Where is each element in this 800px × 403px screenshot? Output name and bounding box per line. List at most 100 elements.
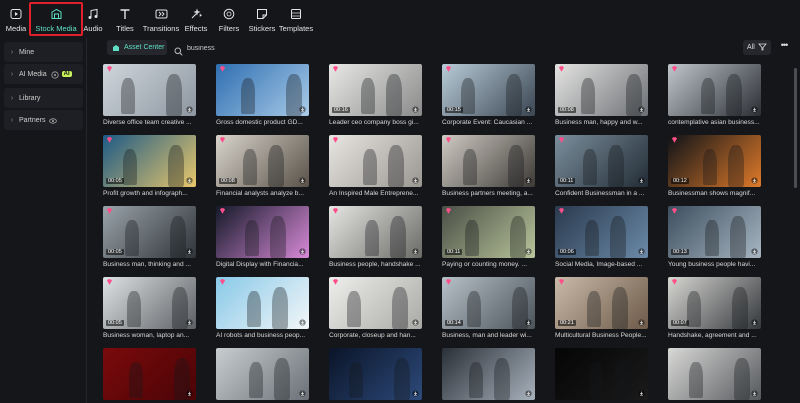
- video-thumbnail[interactable]: 00:15: [442, 64, 535, 116]
- download-icon[interactable]: [751, 319, 758, 326]
- video-thumbnail[interactable]: 00:11: [442, 206, 535, 258]
- stock-media-card[interactable]: 00:08 Financial analysts analyze b...: [208, 129, 309, 199]
- asset-center-button[interactable]: Asset Center: [107, 40, 167, 55]
- video-thumbnail[interactable]: [103, 348, 196, 400]
- tab-filters[interactable]: Filters: [218, 4, 240, 36]
- filter-all-button[interactable]: All: [743, 40, 771, 55]
- stock-media-card[interactable]: [547, 342, 648, 403]
- stock-media-card[interactable]: [434, 342, 535, 403]
- video-thumbnail[interactable]: [329, 135, 422, 187]
- stock-media-card[interactable]: 00:15 Corporate Event: Caucasian ...: [434, 58, 535, 128]
- tab-media[interactable]: Media: [4, 4, 28, 36]
- stock-media-card[interactable]: 00:07 Handshake, agreement and ...: [660, 271, 761, 341]
- tab-templates[interactable]: Templates: [279, 4, 313, 36]
- download-icon[interactable]: [412, 106, 419, 113]
- stock-media-card[interactable]: 00:11 Paying or counting money. ...: [434, 200, 535, 270]
- stock-media-card[interactable]: AI robots and business peop...: [208, 271, 309, 341]
- video-thumbnail[interactable]: [668, 64, 761, 116]
- video-thumbnail[interactable]: [216, 277, 309, 329]
- video-thumbnail[interactable]: [555, 348, 648, 400]
- stock-media-card[interactable]: contemplative asian business...: [660, 58, 761, 128]
- sidebar-item-ai-media[interactable]: › AI Media AI: [4, 64, 83, 84]
- stock-media-card[interactable]: 00:13 Young business people havi...: [660, 200, 761, 270]
- tab-stickers[interactable]: Stickers: [249, 4, 275, 36]
- stock-media-card[interactable]: Corporate, closeup and han...: [321, 271, 422, 341]
- download-icon[interactable]: [525, 390, 532, 397]
- video-thumbnail[interactable]: 00:06: [555, 206, 648, 258]
- download-icon[interactable]: [186, 248, 193, 255]
- video-thumbnail[interactable]: 00:14: [442, 277, 535, 329]
- video-thumbnail[interactable]: [216, 64, 309, 116]
- download-icon[interactable]: [186, 106, 193, 113]
- stock-media-card[interactable]: 00:06 Social Media, Image-based ...: [547, 200, 648, 270]
- download-icon[interactable]: [525, 248, 532, 255]
- video-thumbnail[interactable]: 00:11: [555, 135, 648, 187]
- stock-media-card[interactable]: 00:05 Business woman, laptop an...: [95, 271, 196, 341]
- download-icon[interactable]: [525, 106, 532, 113]
- tab-titles[interactable]: Titles: [114, 4, 136, 36]
- download-icon[interactable]: [751, 248, 758, 255]
- tab-audio[interactable]: Audio: [83, 4, 103, 36]
- stock-media-card[interactable]: 00:08 Business man, happy and w...: [547, 58, 648, 128]
- download-icon[interactable]: [638, 106, 645, 113]
- video-thumbnail[interactable]: 00:16: [329, 64, 422, 116]
- download-icon[interactable]: [525, 177, 532, 184]
- stock-media-card[interactable]: An Inspired Male Entreprene...: [321, 129, 422, 199]
- download-icon[interactable]: [751, 106, 758, 113]
- video-thumbnail[interactable]: [442, 135, 535, 187]
- stock-media-card[interactable]: Business people, handshake ...: [321, 200, 422, 270]
- search-input[interactable]: [187, 41, 307, 55]
- video-thumbnail[interactable]: [442, 348, 535, 400]
- tab-effects[interactable]: Effects: [184, 4, 208, 36]
- stock-media-card[interactable]: 00:05 Business man, thinking and ...: [95, 200, 196, 270]
- stock-media-card[interactable]: Business partners meeting, a...: [434, 129, 535, 199]
- download-icon[interactable]: [412, 177, 419, 184]
- sidebar-item-mine[interactable]: › Mine: [4, 42, 83, 62]
- video-thumbnail[interactable]: 00:07: [668, 277, 761, 329]
- video-thumbnail[interactable]: 00:08: [555, 64, 648, 116]
- stock-media-card[interactable]: [321, 342, 422, 403]
- download-icon[interactable]: [751, 390, 758, 397]
- download-icon[interactable]: [299, 319, 306, 326]
- tab-stock-media[interactable]: Stock Media: [29, 2, 83, 36]
- stock-media-card[interactable]: Gross domestic product GD...: [208, 58, 309, 128]
- stock-media-card[interactable]: 00:14 Business, man and leader wi...: [434, 271, 535, 341]
- download-icon[interactable]: [186, 319, 193, 326]
- download-icon[interactable]: [638, 177, 645, 184]
- download-icon[interactable]: [186, 390, 193, 397]
- video-thumbnail[interactable]: 00:21: [555, 277, 648, 329]
- video-thumbnail[interactable]: 00:05: [103, 206, 196, 258]
- stock-media-card[interactable]: 00:05 Profit growth and infograph...: [95, 129, 196, 199]
- stock-media-card[interactable]: Digital Display with Financia...: [208, 200, 309, 270]
- download-icon[interactable]: [299, 248, 306, 255]
- video-thumbnail[interactable]: 00:05: [103, 277, 196, 329]
- download-icon[interactable]: [299, 390, 306, 397]
- video-thumbnail[interactable]: [329, 348, 422, 400]
- scrollbar-thumb[interactable]: [794, 68, 797, 188]
- stock-media-card[interactable]: 00:16 Leader ceo company boss gi...: [321, 58, 422, 128]
- tab-transitions[interactable]: Transitions: [143, 4, 179, 36]
- video-thumbnail[interactable]: 00:08: [216, 135, 309, 187]
- download-icon[interactable]: [186, 177, 193, 184]
- stock-media-card[interactable]: [660, 342, 761, 403]
- video-thumbnail[interactable]: [668, 348, 761, 400]
- scrollbar[interactable]: [793, 58, 798, 403]
- video-thumbnail[interactable]: [329, 277, 422, 329]
- video-thumbnail[interactable]: [216, 348, 309, 400]
- video-thumbnail[interactable]: 00:13: [668, 206, 761, 258]
- download-icon[interactable]: [412, 390, 419, 397]
- stock-media-card[interactable]: [208, 342, 309, 403]
- download-icon[interactable]: [638, 319, 645, 326]
- video-thumbnail[interactable]: [216, 206, 309, 258]
- sidebar-item-library[interactable]: › Library: [4, 88, 83, 108]
- sidebar-item-partners[interactable]: › Partners: [4, 110, 83, 130]
- video-thumbnail[interactable]: [103, 64, 196, 116]
- download-icon[interactable]: [638, 248, 645, 255]
- video-thumbnail[interactable]: 00:12: [668, 135, 761, 187]
- stock-media-card[interactable]: 00:12 Businessman shows magnif...: [660, 129, 761, 199]
- download-icon[interactable]: [299, 177, 306, 184]
- video-thumbnail[interactable]: 00:05: [103, 135, 196, 187]
- download-icon[interactable]: [412, 319, 419, 326]
- download-icon[interactable]: [638, 390, 645, 397]
- stock-media-card[interactable]: 00:11 Confident Businessman in a ...: [547, 129, 648, 199]
